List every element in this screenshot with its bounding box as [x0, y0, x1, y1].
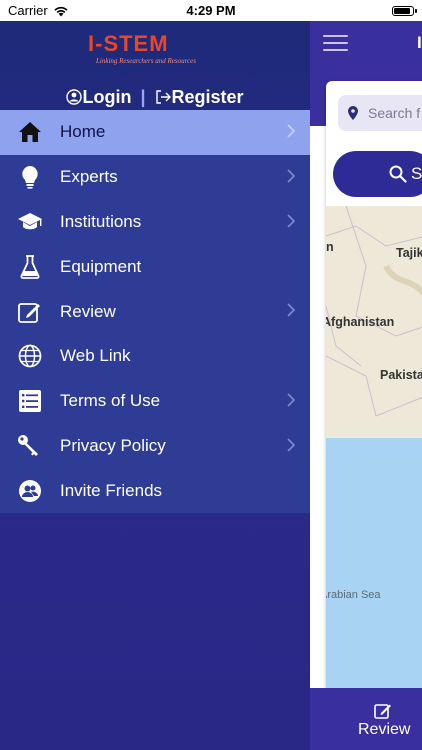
- register-link[interactable]: Register: [155, 87, 244, 107]
- users-icon: [17, 478, 43, 504]
- chevron-right-icon: [287, 438, 296, 452]
- logo-tagline: Linking Researchers and Resources: [96, 57, 196, 65]
- tab-review-label: Review: [358, 721, 411, 738]
- graduation-cap-icon: [17, 209, 43, 235]
- chevron-right-icon: [287, 124, 296, 138]
- map-label: n: [326, 240, 334, 254]
- navigation-drawer: I-STEM Linking Researchers and Resources…: [0, 21, 310, 750]
- menu-item-equipment[interactable]: Equipment: [0, 244, 310, 289]
- auth-separator: |: [140, 87, 146, 107]
- location-search-input[interactable]: Search f: [338, 95, 422, 131]
- menu-item-label: Invite Friends: [60, 480, 163, 500]
- menu-item-home[interactable]: Home: [0, 110, 310, 155]
- edit-icon: [374, 704, 391, 719]
- home-icon: [17, 119, 43, 145]
- chevron-right-icon: [287, 169, 296, 183]
- location-pin-icon: [348, 106, 358, 120]
- tab-review[interactable]: Review: [310, 688, 422, 750]
- map-view[interactable]: n Tajik Afghanistan Pakista Arabian Sea: [326, 206, 422, 701]
- list-icon: [17, 388, 43, 414]
- map-label: Tajik: [396, 246, 422, 260]
- search-card: Search f Se n Tajik Afghanistan Pakista …: [326, 81, 422, 701]
- search-button-label: Se: [411, 164, 422, 183]
- menu-item-label: Terms of Use: [60, 391, 161, 411]
- edit-icon: [17, 299, 43, 325]
- menu-item-label: Institutions: [60, 211, 142, 231]
- menu-item-invite-friends[interactable]: Invite Friends: [0, 468, 310, 513]
- battery-icon: [392, 5, 417, 16]
- search-button[interactable]: Se: [333, 151, 422, 197]
- globe-icon: [17, 343, 43, 369]
- auth-links: Login | Register: [0, 87, 310, 108]
- menu-item-label: Home: [60, 122, 106, 142]
- menu-item-institutions[interactable]: Institutions: [0, 200, 310, 245]
- menu-item-web-link[interactable]: Web Link: [0, 334, 310, 379]
- map-label: Pakista: [380, 368, 422, 382]
- user-circle-icon: [66, 89, 83, 105]
- menu-item-label: Web Link: [60, 346, 131, 366]
- carrier-label: Carrier: [8, 3, 48, 18]
- menu-item-label: Equipment: [60, 256, 142, 276]
- status-bar: Carrier 4:29 PM: [0, 0, 422, 21]
- map-label: Arabian Sea: [326, 589, 381, 601]
- lightbulb-icon: [17, 164, 43, 190]
- menu-item-label: Experts: [60, 167, 118, 187]
- menu-item-terms-of-use[interactable]: Terms of Use: [0, 379, 310, 424]
- drawer-menu: Home Experts Institutions Equipment Revi…: [0, 110, 310, 514]
- key-icon: [17, 433, 43, 459]
- app-header: I: [310, 21, 422, 66]
- clock: 4:29 PM: [186, 3, 236, 18]
- chevron-right-icon: [287, 214, 296, 228]
- menu-item-experts[interactable]: Experts: [0, 155, 310, 200]
- hamburger-menu-icon[interactable]: [323, 35, 348, 51]
- chevron-right-icon: [287, 303, 296, 317]
- app-header-title: I: [417, 33, 422, 52]
- search-icon: [389, 165, 407, 183]
- menu-item-privacy-policy[interactable]: Privacy Policy: [0, 424, 310, 469]
- menu-item-label: Privacy Policy: [60, 435, 166, 455]
- flask-icon: [17, 254, 43, 280]
- menu-item-label: Review: [60, 301, 116, 321]
- logo-text: I-STEM: [88, 31, 169, 56]
- wifi-icon: [54, 6, 68, 16]
- chevron-right-icon: [287, 393, 296, 407]
- login-link[interactable]: Login: [66, 87, 136, 107]
- search-placeholder: Search f: [368, 105, 421, 121]
- map-label: Afghanistan: [326, 315, 395, 329]
- sign-in-icon: [155, 90, 171, 104]
- menu-item-review[interactable]: Review: [0, 289, 310, 334]
- istem-logo: I-STEM Linking Researchers and Resources: [88, 31, 218, 71]
- background-app-screen: I Search f Se n: [310, 21, 422, 750]
